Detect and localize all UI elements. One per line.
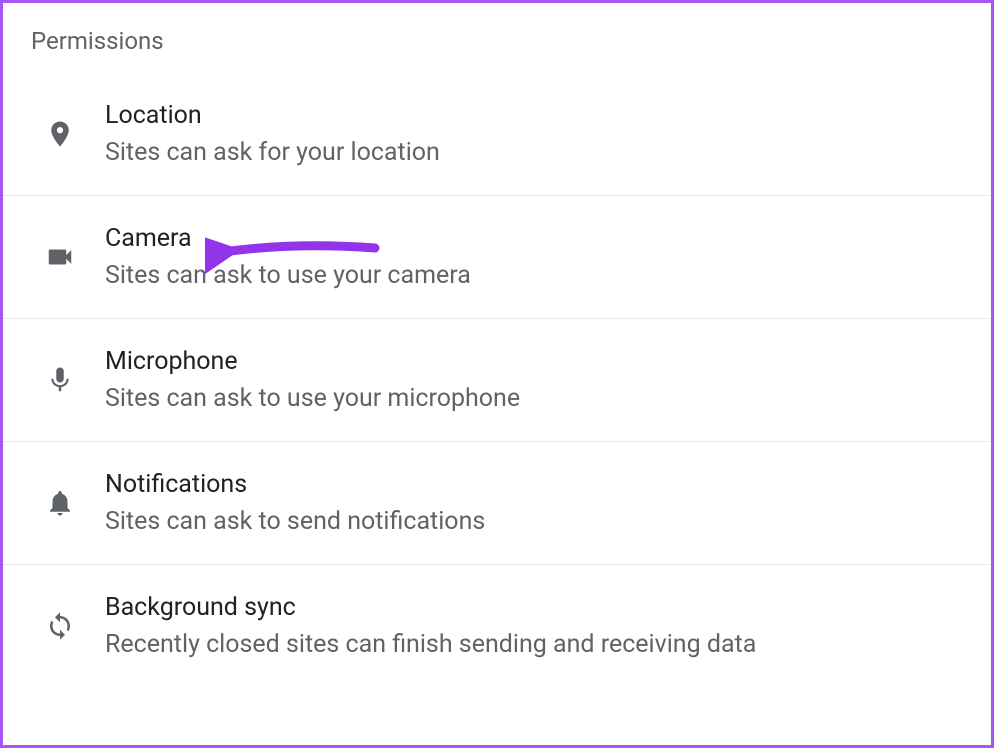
icon-wrapper xyxy=(31,611,105,641)
permission-item-background-sync[interactable]: Background sync Recently closed sites ca… xyxy=(3,565,991,687)
item-title: Location xyxy=(105,101,440,130)
icon-wrapper xyxy=(31,242,105,272)
text-wrapper: Microphone Sites can ask to use your mic… xyxy=(105,347,520,413)
text-wrapper: Camera Sites can ask to use your camera xyxy=(105,224,471,290)
item-title: Camera xyxy=(105,224,471,253)
item-desc: Sites can ask for your location xyxy=(105,138,440,167)
permission-item-camera[interactable]: Camera Sites can ask to use your camera xyxy=(3,196,991,319)
section-header: Permissions xyxy=(3,3,991,73)
item-title: Notifications xyxy=(105,470,485,499)
text-wrapper: Background sync Recently closed sites ca… xyxy=(105,593,756,659)
icon-wrapper xyxy=(31,488,105,518)
item-desc: Sites can ask to use your camera xyxy=(105,261,471,290)
item-desc: Recently closed sites can finish sending… xyxy=(105,630,756,659)
location-icon xyxy=(45,119,75,149)
item-desc: Sites can ask to use your microphone xyxy=(105,384,520,413)
icon-wrapper xyxy=(31,119,105,149)
camera-icon xyxy=(45,242,75,272)
sync-icon xyxy=(45,611,75,641)
microphone-icon xyxy=(45,365,75,395)
permissions-panel: Permissions Location Sites can ask for y… xyxy=(0,0,994,748)
permission-list: Location Sites can ask for your location… xyxy=(3,73,991,687)
bell-icon xyxy=(45,488,75,518)
item-desc: Sites can ask to send notifications xyxy=(105,507,485,536)
permission-item-location[interactable]: Location Sites can ask for your location xyxy=(3,73,991,196)
text-wrapper: Location Sites can ask for your location xyxy=(105,101,440,167)
permission-item-notifications[interactable]: Notifications Sites can ask to send noti… xyxy=(3,442,991,565)
item-title: Microphone xyxy=(105,347,520,376)
item-title: Background sync xyxy=(105,593,756,622)
permission-item-microphone[interactable]: Microphone Sites can ask to use your mic… xyxy=(3,319,991,442)
icon-wrapper xyxy=(31,365,105,395)
text-wrapper: Notifications Sites can ask to send noti… xyxy=(105,470,485,536)
